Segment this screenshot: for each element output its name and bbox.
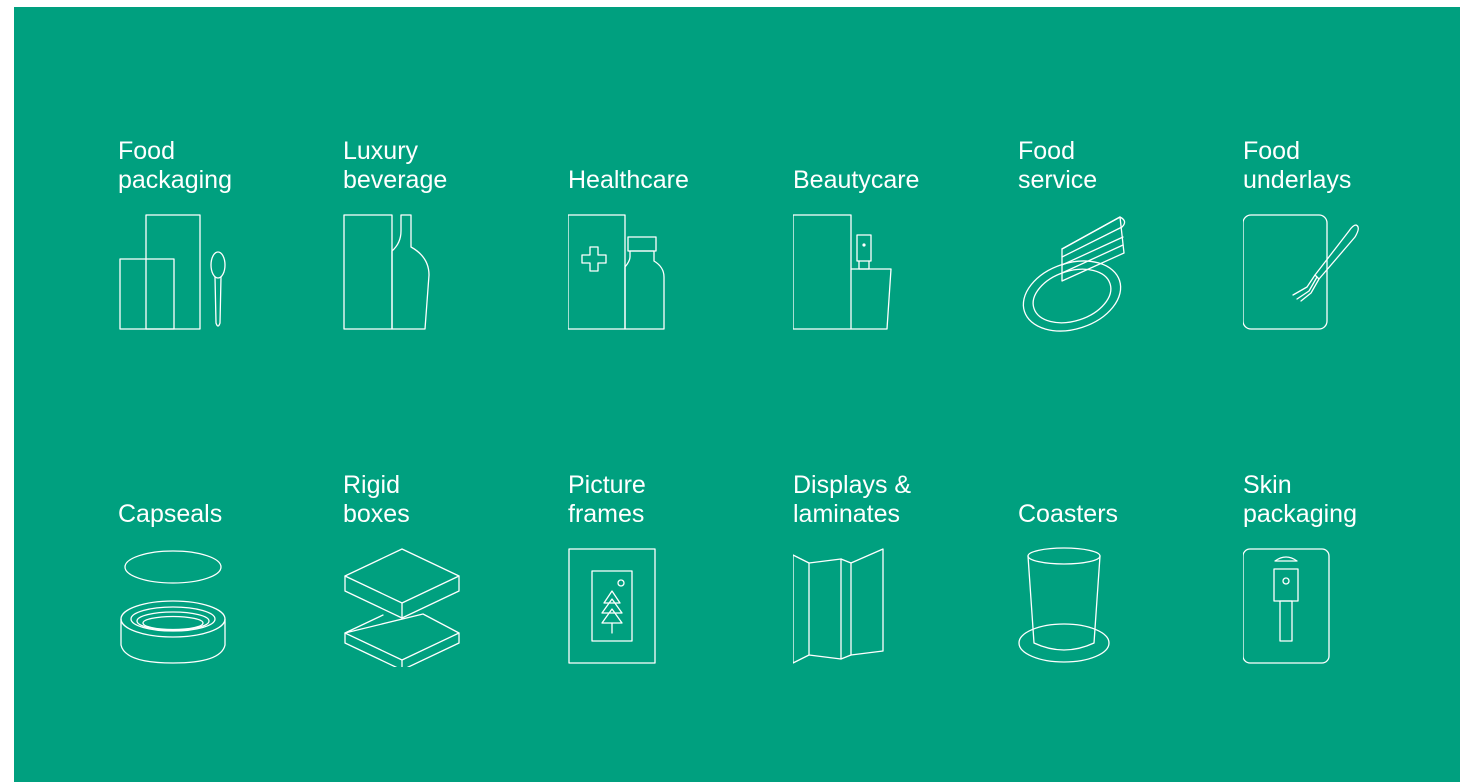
category-label: Skin packaging xyxy=(1243,471,1357,528)
category-label: Displays & laminates xyxy=(793,471,912,528)
rigid-box-icon xyxy=(343,547,463,667)
category-picture-frames[interactable]: Picture frames xyxy=(568,411,793,679)
tray-fork-icon xyxy=(1243,213,1363,333)
category-luxury-beverage[interactable]: Luxury beverage xyxy=(343,77,568,345)
category-label: Healthcare xyxy=(568,166,689,194)
bottle-icon xyxy=(343,213,463,333)
category-food-underlays[interactable]: Food underlays xyxy=(1243,77,1468,345)
cake-plate-icon xyxy=(1018,213,1138,343)
category-label: Food underlays xyxy=(1243,137,1352,194)
category-capseals[interactable]: Capseals xyxy=(118,411,343,679)
category-label: Rigid boxes xyxy=(343,471,410,528)
category-food-packaging[interactable]: Food packaging xyxy=(118,77,343,345)
category-skin-packaging[interactable]: Skin packaging xyxy=(1243,411,1468,679)
skin-pack-icon xyxy=(1243,547,1363,667)
category-label: Capseals xyxy=(118,500,223,528)
category-displays-laminates[interactable]: Displays & laminates xyxy=(793,411,1018,679)
picture-frame-icon xyxy=(568,547,688,667)
coaster-cup-icon xyxy=(1018,547,1138,667)
category-label: Coasters xyxy=(1018,500,1119,528)
category-label: Luxury beverage xyxy=(343,137,448,194)
category-panel: Food packaging Luxury beverage Healthcar… xyxy=(14,7,1460,782)
category-coasters[interactable]: Coasters xyxy=(1018,411,1243,679)
category-beautycare[interactable]: Beautycare xyxy=(793,77,1018,345)
category-rigid-boxes[interactable]: Rigid boxes xyxy=(343,411,568,679)
category-food-service[interactable]: Food service xyxy=(1018,77,1243,345)
category-grid: Food packaging Luxury beverage Healthcar… xyxy=(118,77,1468,679)
category-healthcare[interactable]: Healthcare xyxy=(568,77,793,345)
pump-bottle-icon xyxy=(793,213,913,333)
capseal-icon xyxy=(118,547,238,667)
food-packaging-icon xyxy=(118,213,238,333)
category-label: Food service xyxy=(1018,137,1098,194)
category-label: Beautycare xyxy=(793,166,920,194)
category-label: Food packaging xyxy=(118,137,232,194)
category-label: Picture frames xyxy=(568,471,646,528)
folding-display-icon xyxy=(793,547,913,667)
medical-kit-icon xyxy=(568,213,688,333)
